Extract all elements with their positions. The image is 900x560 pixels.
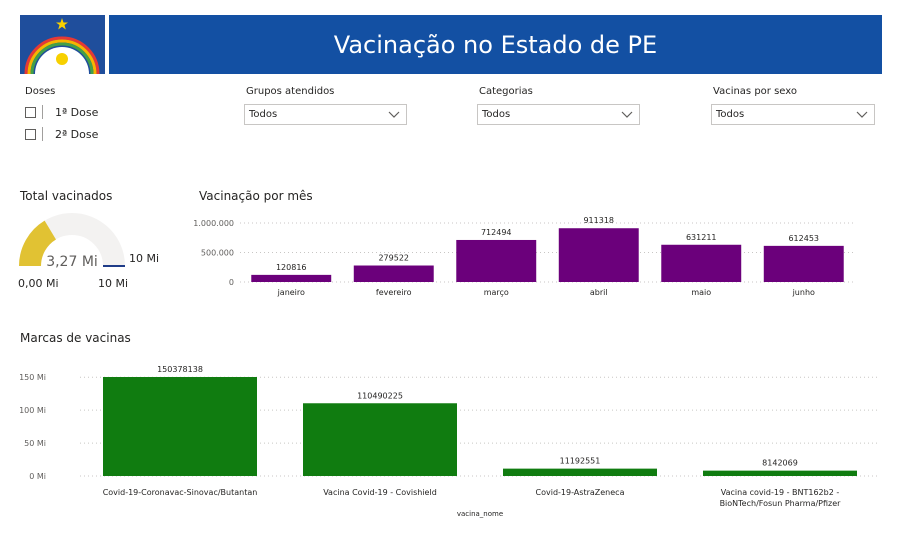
categorias-dropdown[interactable]: Todos bbox=[477, 104, 640, 125]
category-label: Covid-19-AstraZeneca bbox=[536, 488, 625, 497]
data-label: 911318 bbox=[583, 216, 614, 225]
dose-1-option[interactable]: 1ª Dose bbox=[25, 105, 98, 119]
gauge-min-label: 0,00 Mi bbox=[18, 277, 59, 290]
y-tick-label: 0 bbox=[229, 278, 234, 287]
bar[interactable] bbox=[456, 239, 537, 282]
dose-2-checkbox[interactable] bbox=[25, 128, 36, 140]
category-label: BioNTech/Fosun Pharma/Pfizer bbox=[720, 499, 842, 508]
bar[interactable] bbox=[103, 377, 257, 476]
data-label: 712494 bbox=[481, 228, 512, 237]
categorias-dropdown-value: Todos bbox=[482, 109, 511, 120]
category-label: fevereiro bbox=[376, 288, 412, 297]
brands-chart-title: Marcas de vacinas bbox=[20, 331, 131, 345]
bar[interactable] bbox=[353, 265, 434, 282]
bar[interactable] bbox=[251, 274, 332, 282]
page-header: Vacinação no Estado de PE bbox=[109, 15, 882, 74]
categorias-filter-title: Categorias bbox=[479, 86, 533, 97]
dose-1-checkbox[interactable] bbox=[25, 106, 36, 118]
bar[interactable] bbox=[503, 468, 657, 476]
gauge-target-label: 10 Mi bbox=[129, 252, 159, 265]
bar[interactable] bbox=[661, 244, 742, 282]
data-label: 631211 bbox=[686, 233, 717, 242]
data-label: 110490225 bbox=[357, 391, 403, 400]
gauge-max-label: 10 Mi bbox=[98, 277, 128, 290]
sexo-filter-title: Vacinas por sexo bbox=[713, 86, 797, 97]
checkbox-divider bbox=[42, 127, 43, 141]
x-axis-title: vacina_nome bbox=[457, 510, 503, 518]
bar[interactable] bbox=[558, 228, 639, 282]
pernambuco-flag-logo bbox=[20, 15, 105, 74]
data-label: 8142069 bbox=[762, 459, 798, 468]
bar[interactable] bbox=[303, 403, 457, 476]
category-label: Covid-19-Coronavac-Sinovac/Butantan bbox=[103, 488, 258, 497]
grupos-filter-title: Grupos atendidos bbox=[246, 86, 335, 97]
total-vacinados-gauge[interactable]: 3,27 Mi 0,00 Mi 10 Mi 10 Mi bbox=[10, 205, 180, 305]
gauge-title: Total vacinados bbox=[20, 189, 113, 203]
category-label: janeiro bbox=[277, 288, 305, 297]
grupos-dropdown-value: Todos bbox=[249, 109, 278, 120]
category-label: março bbox=[484, 288, 509, 297]
grupos-dropdown[interactable]: Todos bbox=[244, 104, 407, 125]
data-label: 120816 bbox=[276, 263, 307, 272]
category-label: maio bbox=[691, 288, 711, 297]
sexo-dropdown[interactable]: Todos bbox=[711, 104, 875, 125]
chevron-down-icon bbox=[621, 111, 633, 118]
chevron-down-icon bbox=[856, 111, 868, 118]
flag-graphic bbox=[20, 15, 105, 74]
monthly-chart-title: Vacinação por mês bbox=[199, 189, 313, 203]
y-tick-label: 100 Mi bbox=[19, 406, 46, 415]
y-tick-label: 50 Mi bbox=[24, 439, 46, 448]
category-label: Vacina covid-19 - BNT162b2 - bbox=[721, 488, 840, 497]
dose-1-label: 1ª Dose bbox=[55, 105, 99, 119]
monthly-bar-chart[interactable]: 0 500.000 1.000.000 120816 janeiro 279522 feve… bbox=[180, 210, 860, 320]
dose-2-label: 2ª Dose bbox=[55, 127, 99, 141]
category-label: junho bbox=[792, 288, 815, 297]
brands-bar-chart[interactable]: 0 Mi 50 Mi 100 Mi 150 Mi 150378138 Covid-19-C… bbox=[10, 355, 890, 535]
y-tick-label: 0 Mi bbox=[29, 472, 46, 481]
checkbox-divider bbox=[42, 105, 43, 119]
y-tick-label: 500.000 bbox=[201, 249, 234, 258]
data-label: 150378138 bbox=[157, 365, 203, 374]
category-label: Vacina Covid-19 - Covishield bbox=[323, 488, 437, 497]
data-label: 11192551 bbox=[560, 457, 601, 466]
y-tick-label: 150 Mi bbox=[19, 373, 46, 382]
gauge-value-label: 3,27 Mi bbox=[46, 254, 98, 270]
sexo-dropdown-value: Todos bbox=[716, 109, 745, 120]
y-tick-label: 1.000.000 bbox=[193, 219, 234, 228]
page-title: Vacinação no Estado de PE bbox=[333, 30, 658, 59]
bar[interactable] bbox=[703, 470, 857, 476]
dose-2-option[interactable]: 2ª Dose bbox=[25, 127, 98, 141]
chevron-down-icon bbox=[388, 111, 400, 118]
data-label: 612453 bbox=[788, 234, 819, 243]
data-label: 279522 bbox=[378, 254, 409, 263]
category-label: abril bbox=[590, 288, 608, 297]
bar[interactable] bbox=[763, 245, 844, 282]
doses-slicer-title: Doses bbox=[25, 86, 56, 97]
